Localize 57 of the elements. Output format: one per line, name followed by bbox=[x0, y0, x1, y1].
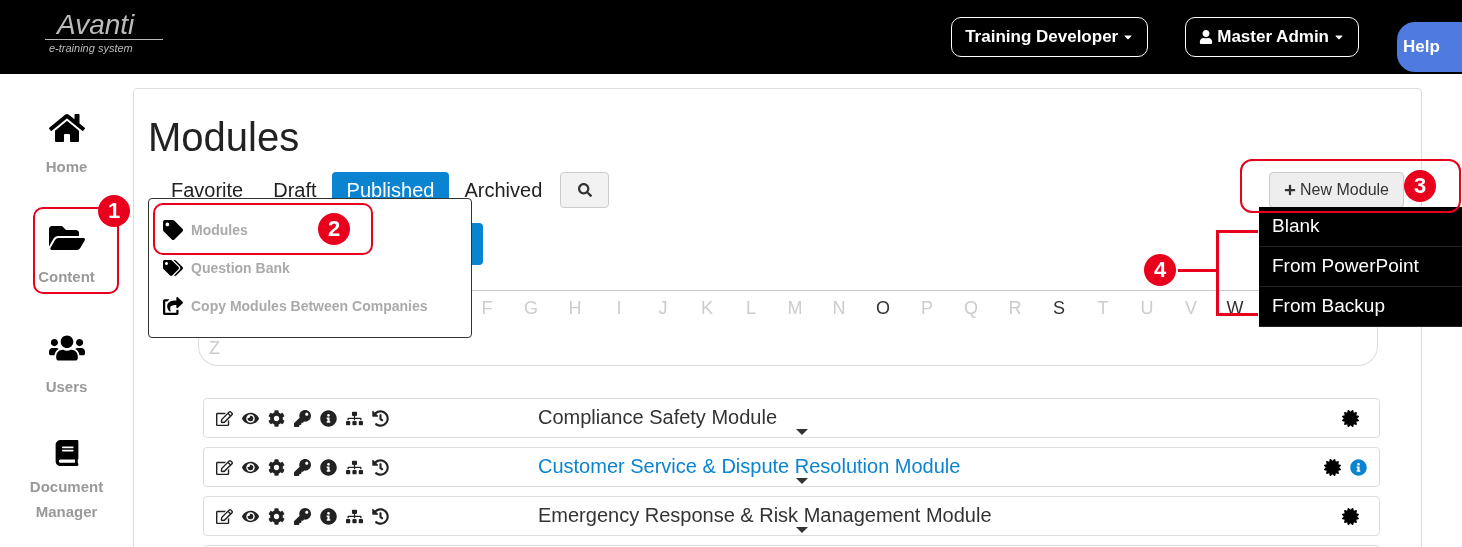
sidebar-item[interactable]: Home bbox=[23, 108, 110, 194]
user-icon bbox=[1199, 30, 1214, 44]
sidebar-item[interactable]: Users bbox=[23, 328, 110, 414]
badge-icon bbox=[1342, 507, 1359, 525]
badge-icon bbox=[1342, 409, 1359, 427]
sitemap-icon[interactable] bbox=[346, 458, 363, 476]
info-icon[interactable] bbox=[320, 458, 337, 476]
menu-item[interactable]: Blank bbox=[1259, 207, 1462, 247]
module-title[interactable]: Customer Service & Dispute Resolution Module bbox=[538, 456, 961, 476]
tags-icon bbox=[163, 258, 183, 278]
module-title: Emergency Response & Risk Management Module bbox=[538, 505, 992, 525]
edit-icon[interactable] bbox=[216, 409, 233, 427]
key-icon[interactable] bbox=[294, 409, 311, 427]
tab[interactable]: Favorite bbox=[156, 172, 259, 208]
menu-item[interactable]: Modules bbox=[163, 219, 248, 241]
search-button[interactable] bbox=[560, 172, 610, 208]
role-dropdown[interactable]: Training Developer bbox=[951, 17, 1149, 57]
menu-item[interactable]: From PowerPoint bbox=[1259, 247, 1462, 287]
edit-icon[interactable] bbox=[216, 458, 233, 476]
tab[interactable]: Archived bbox=[449, 172, 558, 208]
search-icon bbox=[577, 183, 592, 197]
plus-icon bbox=[1284, 184, 1297, 196]
gear-icon[interactable] bbox=[268, 409, 285, 427]
help-button[interactable]: Help bbox=[1397, 22, 1462, 72]
letter-link[interactable]: S bbox=[1037, 295, 1081, 322]
menu-item[interactable]: From Backup bbox=[1259, 287, 1462, 327]
caret-icon[interactable] bbox=[796, 478, 808, 484]
sidebar-item[interactable]: Document Manager bbox=[23, 438, 110, 524]
menu-item[interactable]: Copy Modules Between Companies bbox=[163, 295, 428, 317]
sitemap-icon[interactable] bbox=[346, 507, 363, 525]
caret-icon[interactable] bbox=[796, 527, 808, 533]
letter-link[interactable]: O bbox=[861, 295, 905, 322]
badge-icon bbox=[1324, 458, 1341, 476]
tag-icon bbox=[163, 220, 183, 240]
info-icon[interactable] bbox=[320, 409, 337, 427]
new-module-button[interactable]: New Module bbox=[1269, 172, 1404, 208]
key-icon[interactable] bbox=[294, 458, 311, 476]
edit-icon[interactable] bbox=[216, 507, 233, 525]
history-icon[interactable] bbox=[372, 507, 389, 525]
info-icon[interactable] bbox=[320, 507, 337, 525]
history-icon[interactable] bbox=[372, 409, 389, 427]
module-title: Compliance Safety Module bbox=[538, 407, 777, 427]
callout-marker: 4 bbox=[1144, 254, 1176, 286]
sitemap-icon[interactable] bbox=[346, 409, 363, 427]
gear-icon[interactable] bbox=[268, 458, 285, 476]
user-dropdown[interactable]: Master Admin bbox=[1185, 17, 1359, 57]
key-icon[interactable] bbox=[294, 507, 311, 525]
logo: Avanti e-training system bbox=[45, 10, 163, 54]
callout-marker: 3 bbox=[1404, 170, 1436, 202]
gear-icon[interactable] bbox=[268, 507, 285, 525]
caret-icon[interactable] bbox=[796, 429, 808, 435]
page-title: Modules bbox=[148, 114, 301, 161]
callout-marker: 1 bbox=[98, 195, 130, 227]
tab[interactable]: Draft bbox=[258, 172, 332, 208]
share-icon bbox=[163, 296, 183, 316]
menu-item[interactable]: Question Bank bbox=[163, 257, 290, 279]
history-icon[interactable] bbox=[372, 458, 389, 476]
